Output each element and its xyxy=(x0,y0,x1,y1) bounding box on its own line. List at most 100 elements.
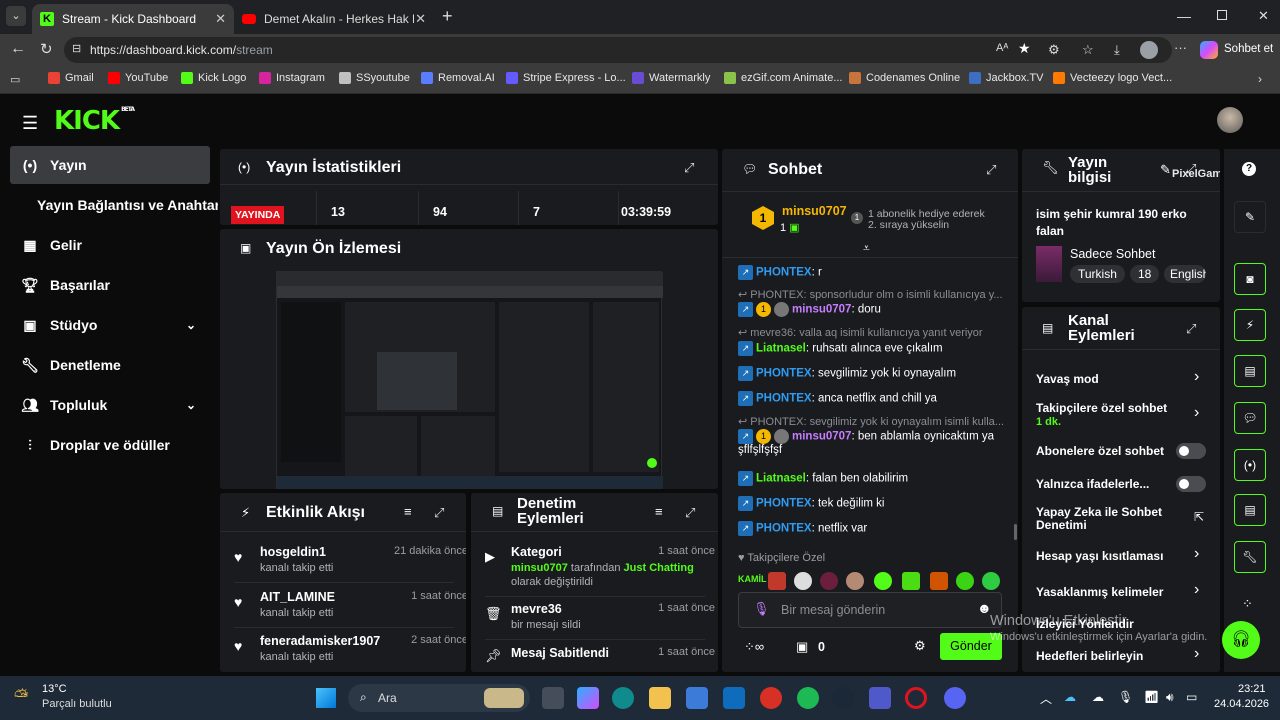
rail-more-icon[interactable]: ⁘ xyxy=(1242,596,1253,612)
emote-icon[interactable] xyxy=(768,572,786,590)
rail-wrench-button[interactable]: 🔧︎ xyxy=(1234,541,1266,573)
read-aloud-icon[interactable]: Aᴬ xyxy=(996,42,1008,54)
profile-avatar[interactable] xyxy=(1140,41,1158,59)
restore-icon[interactable] xyxy=(1217,10,1227,20)
expand-icon[interactable]: ⤢ xyxy=(684,160,698,175)
discord-taskbar-icon[interactable] xyxy=(944,687,966,709)
bookmark-youtube[interactable]: YouTube xyxy=(108,72,168,84)
tab-kick-dashboard[interactable]: K Stream - Kick Dashboard ✕ xyxy=(32,4,234,34)
volume-icon[interactable]: 🔊︎ xyxy=(1166,690,1174,705)
emote-icon[interactable] xyxy=(982,572,1000,590)
task-view-icon[interactable] xyxy=(542,687,564,709)
sidebar-item-stream-key[interactable]: Yayın Bağlantısı ve Anahtarı xyxy=(37,186,218,224)
copilot-taskbar-icon[interactable] xyxy=(577,687,599,709)
more-menu-icon[interactable]: ··· xyxy=(1174,40,1187,55)
onedrive-icon[interactable]: ☁ xyxy=(1064,690,1076,704)
battery-icon[interactable]: ▭ xyxy=(1186,690,1197,704)
rail-camera-button[interactable]: ◙ xyxy=(1234,263,1266,295)
subscribers-only-toggle[interactable] xyxy=(1176,443,1206,459)
microphone-icon[interactable]: 🎙︎ xyxy=(753,601,770,617)
channel-action-followers-only[interactable]: Takipçilere özel sohbet xyxy=(1036,401,1206,415)
sidebar-item-gelir[interactable]: ▦ Gelir xyxy=(10,226,210,264)
bookmark-watermarkly[interactable]: Watermarkly xyxy=(632,72,710,84)
sidebar-item-denetleme[interactable]: 🔧︎ Denetleme xyxy=(10,346,210,384)
sidebar-item-studyo[interactable]: ▣ Stüdyo ⌄ xyxy=(10,306,210,344)
chevron-right-icon[interactable]: › xyxy=(1194,404,1199,422)
bookmark-stripe-express[interactable]: Stripe Express - Lo... xyxy=(506,72,626,84)
site-info-icon[interactable]: ⊟ xyxy=(72,42,81,55)
edit-icon[interactable]: ✎ xyxy=(1160,162,1171,178)
weather-temp[interactable]: 13°C xyxy=(42,683,67,695)
extensions-icon[interactable]: ⚙ xyxy=(1048,42,1060,58)
rail-channel-actions-button[interactable]: ▤ xyxy=(1234,494,1266,526)
file-explorer-icon[interactable] xyxy=(649,687,671,709)
clock-date[interactable]: 24.04.2026 xyxy=(1214,698,1269,710)
favorite-star-icon[interactable]: ★ xyxy=(1018,40,1031,57)
channel-action-banned-words[interactable]: Yasaklanmış kelimeler xyxy=(1036,585,1206,599)
emote-icon[interactable] xyxy=(846,572,864,590)
expand-icon[interactable]: ⤢ xyxy=(986,162,1000,177)
bookmark-removal-ai[interactable]: Removal.AI xyxy=(421,72,495,84)
wifi-icon[interactable]: 📶︎ xyxy=(1144,690,1159,704)
taskbar-search-input[interactable]: ⌕ Ara xyxy=(348,684,530,712)
help-icon[interactable]: ? xyxy=(1242,162,1256,176)
user-avatar[interactable] xyxy=(1217,107,1243,133)
expand-icon[interactable]: ⤢ xyxy=(1186,321,1200,336)
rail-edit-button[interactable]: ✎ xyxy=(1234,201,1266,233)
edge-taskbar-icon[interactable] xyxy=(612,687,634,709)
bookmark-instagram[interactable]: Instagram xyxy=(259,72,325,84)
close-window-icon[interactable]: ✕ xyxy=(1258,8,1269,24)
network-tray-icon[interactable]: ☁ xyxy=(1092,690,1104,704)
bookmark-jackbox[interactable]: Jackbox.TV xyxy=(969,72,1043,84)
bookmark-codenames[interactable]: Codenames Online xyxy=(849,72,960,84)
chevron-right-icon[interactable]: › xyxy=(1194,368,1199,386)
minimize-icon[interactable]: — xyxy=(1177,8,1191,24)
stream-preview-video[interactable] xyxy=(276,271,663,489)
channel-action-goals[interactable]: Hedefleri belirleyin xyxy=(1036,649,1206,663)
bookmark-ssyoutube[interactable]: SSyoutube xyxy=(339,72,410,84)
close-tab-icon[interactable]: ✕ xyxy=(415,11,426,27)
bookmark-gmail[interactable]: Gmail xyxy=(48,72,94,84)
viewers-icon[interactable]: ⁘∞ xyxy=(744,639,764,655)
chrome-taskbar-icon[interactable] xyxy=(760,687,782,709)
copilot-label[interactable]: Sohbet et xyxy=(1224,43,1273,55)
outlook-taskbar-icon[interactable] xyxy=(723,687,745,709)
collapse-leaderboard-icon[interactable]: ⩡ xyxy=(863,241,870,256)
weather-icon[interactable]: ⛅︎ xyxy=(14,686,28,707)
emote-kamil[interactable]: KAMİL xyxy=(738,574,767,584)
expand-icon[interactable]: ⤢ xyxy=(685,505,699,520)
favorites-icon[interactable]: ☆ xyxy=(1082,42,1094,58)
bookmark-vecteezy[interactable]: Vecteezy logo Vect... xyxy=(1053,72,1172,84)
support-chat-button[interactable]: 🎧︎ xyxy=(1222,621,1260,659)
chat-scrollbar[interactable] xyxy=(1014,524,1017,540)
new-tab-button[interactable]: + xyxy=(442,6,453,27)
chevron-right-icon[interactable]: › xyxy=(1194,581,1199,599)
chat-input[interactable]: 🎙︎ Bir mesaj gönderin ☻ xyxy=(738,592,1002,628)
tray-chevron-icon[interactable]: ︿ xyxy=(1040,690,1052,707)
reload-icon[interactable]: ↻ xyxy=(40,40,53,58)
bookmark-kick-logo[interactable]: Kick Logo xyxy=(181,72,246,84)
microphone-tray-icon[interactable]: 🎙︎ xyxy=(1118,690,1133,704)
opera-taskbar-icon[interactable] xyxy=(905,687,927,709)
teams-taskbar-icon[interactable] xyxy=(869,687,891,709)
hamburger-menu-icon[interactable]: ☰ xyxy=(22,113,38,134)
chevron-right-icon[interactable]: › xyxy=(1194,545,1199,563)
filter-icon[interactable]: ≡ xyxy=(404,504,412,519)
emote-icon[interactable] xyxy=(794,572,812,590)
external-link-icon[interactable]: ⇱ xyxy=(1194,510,1204,524)
rail-broadcast-button[interactable]: (•) xyxy=(1234,449,1266,481)
emotes-only-toggle[interactable] xyxy=(1176,476,1206,492)
bookmarks-menu-icon[interactable]: ▭ xyxy=(10,73,20,86)
emote-icon[interactable] xyxy=(930,572,948,590)
emote-icon[interactable] xyxy=(902,572,920,590)
sidebar-item-droplar[interactable]: ⫶ Droplar ve ödüller xyxy=(10,426,210,464)
start-windows-icon[interactable] xyxy=(316,688,336,708)
downloads-icon[interactable]: ⤓ xyxy=(1114,42,1120,58)
chevron-right-icon[interactable]: › xyxy=(1194,645,1199,663)
rail-chat-button[interactable]: 💬︎ xyxy=(1234,402,1266,434)
expand-icon[interactable]: ⤢ xyxy=(434,505,448,520)
emote-icon[interactable] xyxy=(956,572,974,590)
sidebar-item-yayin[interactable]: (•) Yayın xyxy=(10,146,210,184)
rail-lightning-button[interactable]: ⚡︎ xyxy=(1234,309,1266,341)
channel-action-slow-mode[interactable]: Yavaş mod xyxy=(1036,372,1206,386)
